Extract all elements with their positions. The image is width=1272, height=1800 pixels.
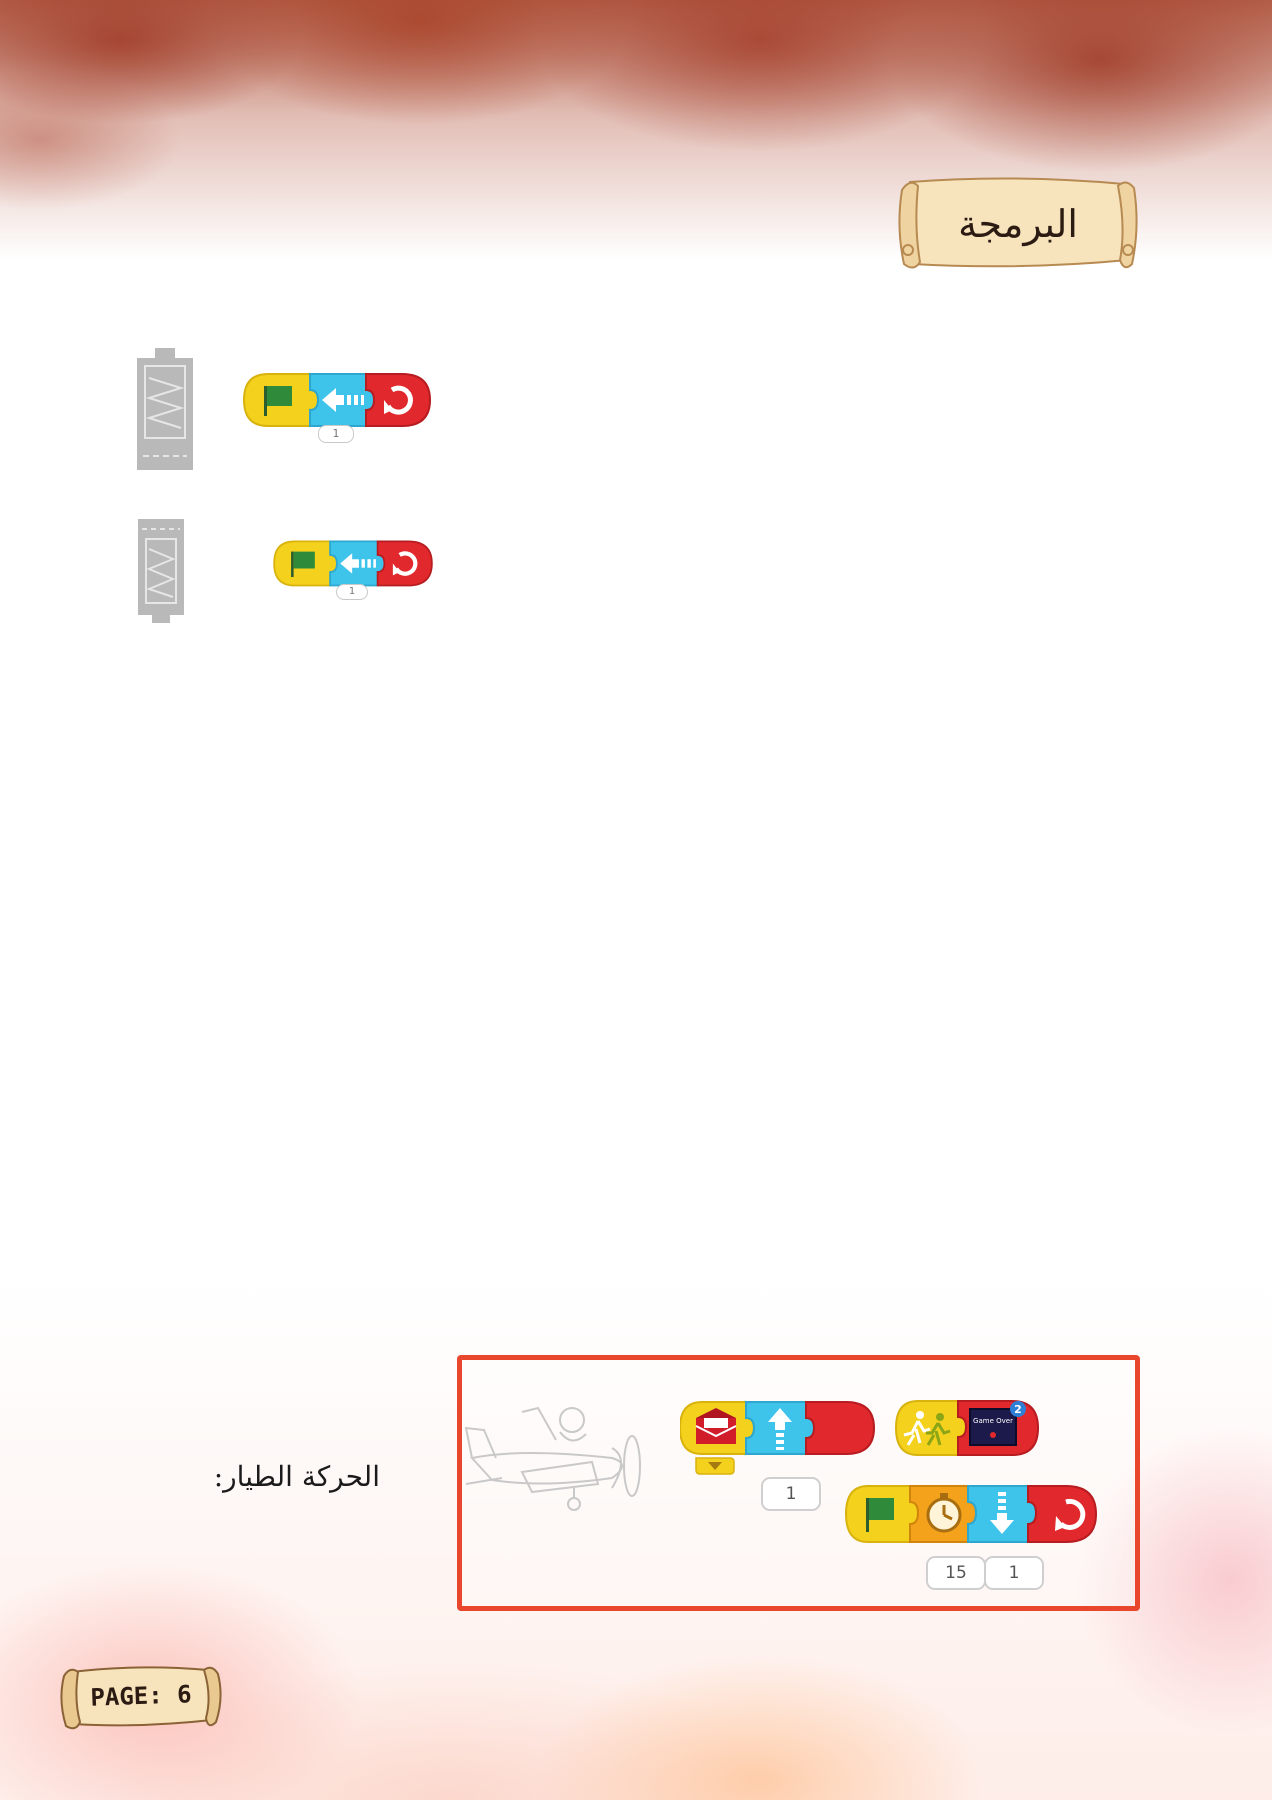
title-scroll-banner: البرمجة — [892, 172, 1144, 276]
page-number-scroll: PAGE: 6 — [58, 1660, 224, 1732]
move-down-steps-box: 1 — [984, 1556, 1044, 1590]
game-over-icon: Game Over 2 — [957, 1400, 1040, 1456]
repeat-icon — [1027, 1485, 1098, 1543]
program-1-count-badge: 1 — [318, 425, 354, 443]
green-flag-icon — [242, 373, 320, 427]
road-piece-icon — [138, 519, 184, 623]
page-number: PAGE: 6 — [89, 1680, 193, 1712]
pilot-motion-label: الحركة الطيار: — [213, 1460, 380, 1493]
game-over-text: Game Over — [973, 1417, 1013, 1425]
game-over-script: Game Over 2 — [894, 1400, 1040, 1456]
arrow-left-icon — [329, 540, 386, 587]
airplane-pilot-icon — [464, 1406, 641, 1511]
repeat-icon — [365, 373, 432, 427]
arrow-down-icon — [967, 1485, 1038, 1543]
page-title: البرمجة — [958, 202, 1078, 246]
repeat-icon — [376, 540, 433, 587]
arrow-up-icon — [745, 1401, 816, 1455]
green-flag-icon — [844, 1485, 920, 1543]
fall-loop-script — [844, 1485, 1098, 1543]
arrow-left-icon — [309, 373, 376, 427]
green-flag-icon — [273, 540, 338, 587]
envelope-icon — [680, 1401, 756, 1475]
timer-icon — [909, 1485, 978, 1543]
running-people-icon — [894, 1400, 968, 1456]
message-script — [680, 1401, 876, 1475]
message-count-box: 1 — [761, 1477, 821, 1511]
game-over-badge: 2 — [1014, 1403, 1022, 1416]
program-2-count-badge: 1 — [336, 584, 368, 600]
road-piece-icon — [137, 348, 193, 470]
end-block-red — [805, 1401, 876, 1455]
timer-seconds-box: 15 — [926, 1556, 986, 1590]
